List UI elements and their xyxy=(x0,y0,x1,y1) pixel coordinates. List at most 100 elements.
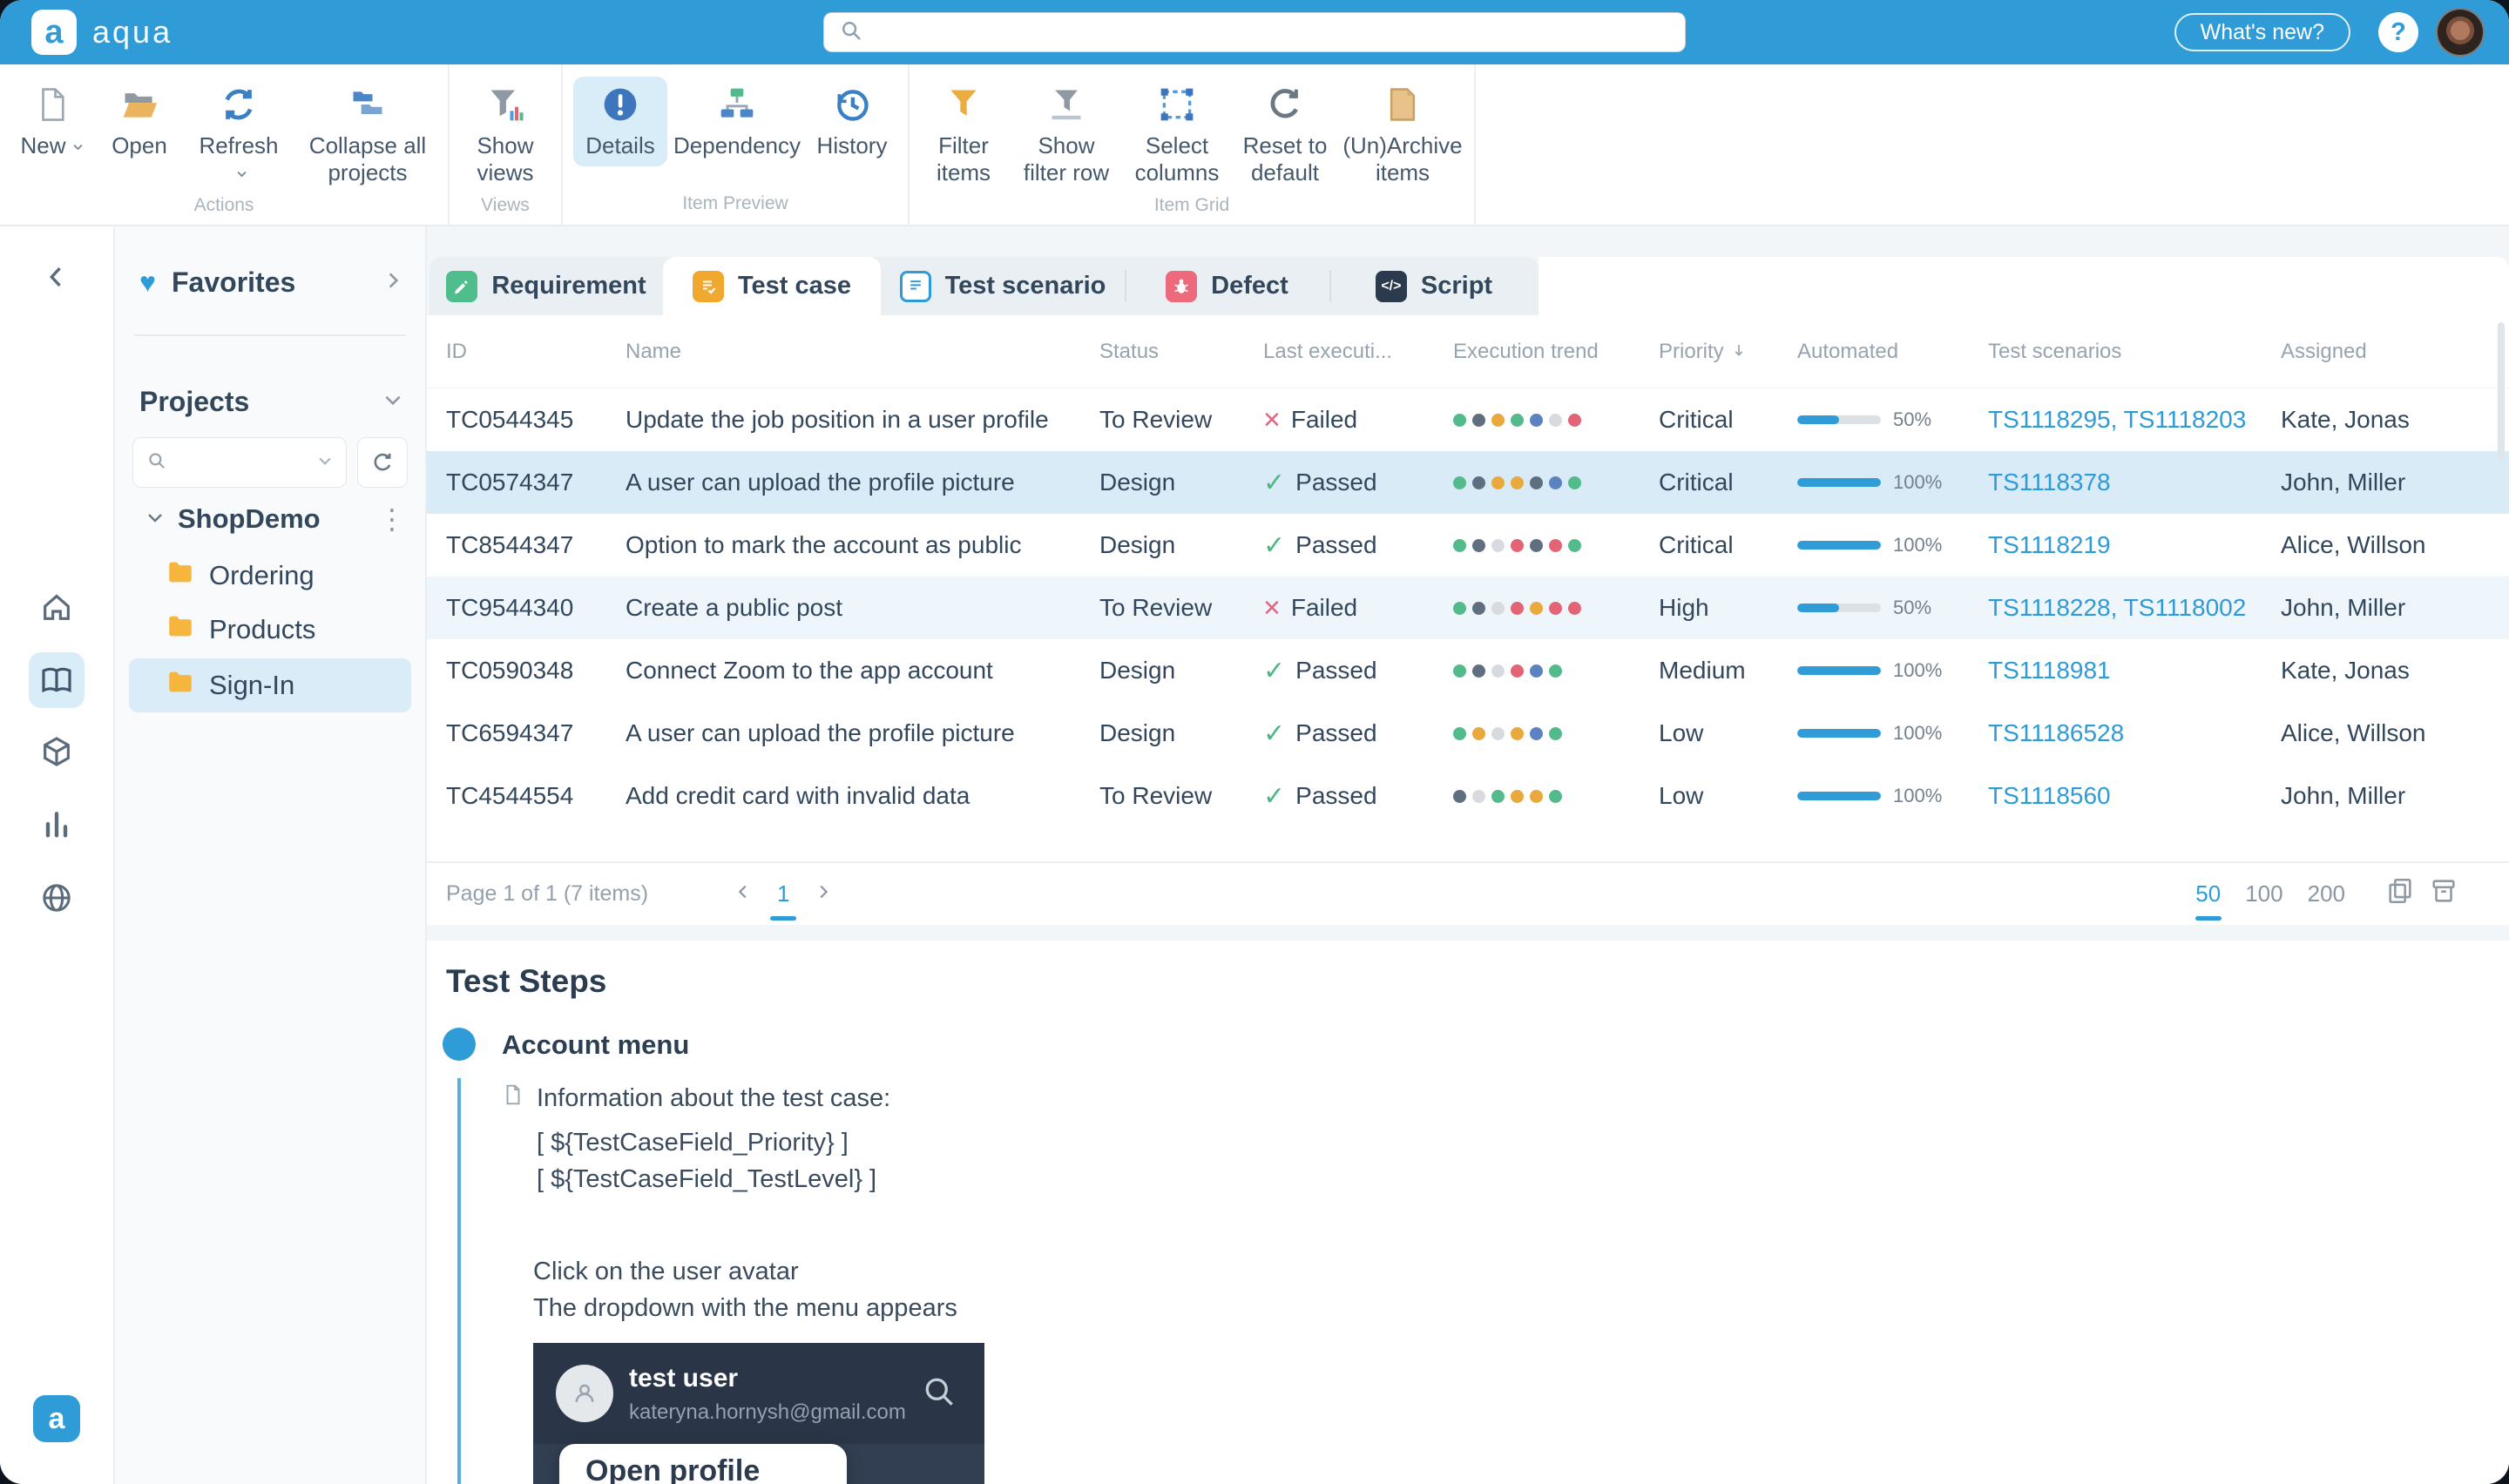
trend-dot-green xyxy=(1511,414,1524,427)
show-views-button[interactable]: Show views xyxy=(460,77,551,193)
project-search-input[interactable] xyxy=(132,437,347,488)
refresh-button[interactable]: Refresh xyxy=(185,77,293,193)
whats-new-button[interactable]: What's new? xyxy=(2174,13,2350,51)
reset-to-default-button[interactable]: Reset to default xyxy=(1234,77,1336,193)
passed-check-icon: ✓ xyxy=(1263,718,1285,749)
table-row[interactable]: TC8544347Option to mark the account as p… xyxy=(427,514,2509,577)
next-page-button[interactable] xyxy=(814,880,833,907)
cell-status: To Review xyxy=(1099,594,1263,622)
automation-percent-label: 100% xyxy=(1893,722,1942,745)
folder-list: Ordering Products Sign-In xyxy=(129,550,411,716)
projects-nav-icon[interactable] xyxy=(29,652,85,708)
table-row[interactable]: TC0574347A user can upload the profile p… xyxy=(427,451,2509,514)
prev-page-button[interactable] xyxy=(734,880,753,907)
trend-dot-red xyxy=(1549,539,1562,552)
table-row[interactable]: TC0590348Connect Zoom to the app account… xyxy=(427,639,2509,702)
open-button[interactable]: Open xyxy=(99,77,179,166)
automation-progress-fill xyxy=(1797,478,1881,487)
folder-label: Products xyxy=(209,614,315,645)
projects-header[interactable]: Projects xyxy=(115,381,425,422)
details-button[interactable]: Details xyxy=(573,77,667,166)
test-scenario-link[interactable]: TS1118378 xyxy=(1988,469,2111,496)
passed-check-icon: ✓ xyxy=(1263,530,1285,561)
table-row[interactable]: TC0544345Update the job position in a us… xyxy=(427,388,2509,451)
script-icon: </> xyxy=(1376,271,1407,302)
trend-dot-red xyxy=(1511,602,1524,615)
column-header-assigned[interactable]: Assigned xyxy=(2281,340,2490,364)
tab-defect[interactable]: Defect xyxy=(1125,257,1329,315)
tab-requirement[interactable]: Requirement xyxy=(429,257,663,315)
collapse-sidebar-button[interactable] xyxy=(29,253,85,301)
page-size-100[interactable]: 100 xyxy=(2245,880,2282,907)
archive-view-icon[interactable] xyxy=(2429,876,2458,912)
table-row[interactable]: TC4544554Add credit card with invalid da… xyxy=(427,765,2509,827)
sidebar-folder-sign-in[interactable]: Sign-In xyxy=(129,658,411,712)
heart-icon: ♥ xyxy=(139,266,156,299)
cell-execution-trend xyxy=(1453,790,1659,803)
unarchive-items-button[interactable]: (Un)Archive items xyxy=(1342,77,1464,193)
page-size-200[interactable]: 200 xyxy=(2308,880,2345,907)
column-header-execution-trend[interactable]: Execution trend xyxy=(1453,340,1659,364)
test-scenario-link[interactable]: TS1118981 xyxy=(1988,657,2111,684)
test-scenario-link[interactable]: TS11186528 xyxy=(1988,719,2124,746)
column-header-name[interactable]: Name xyxy=(626,340,1099,364)
tab-test-case[interactable]: Test case xyxy=(663,257,881,315)
new-button[interactable]: New xyxy=(10,77,94,166)
sidebar-folder-ordering[interactable]: Ordering xyxy=(129,550,411,601)
favorites-header[interactable]: ♥ Favorites xyxy=(115,260,425,305)
integrations-nav-icon[interactable] xyxy=(29,870,85,926)
help-button[interactable]: ? xyxy=(2378,12,2418,52)
home-icon[interactable] xyxy=(29,579,85,635)
test-scenario-link[interactable]: TS1118560 xyxy=(1988,782,2111,809)
scrollbar-thumb[interactable] xyxy=(2498,322,2505,462)
cell-status: Design xyxy=(1099,657,1263,685)
table-row[interactable]: TC6594347A user can upload the profile p… xyxy=(427,702,2509,765)
cell-test-scenarios: TS1118228, TS1118002 xyxy=(1988,594,2281,622)
dependency-button[interactable]: Dependency xyxy=(673,77,801,166)
tabstrip-filler xyxy=(1539,257,2509,315)
trend-dot-slate xyxy=(1472,539,1485,552)
sidebar-folder-products[interactable]: Products xyxy=(129,604,411,655)
last-execution-label: Passed xyxy=(1295,531,1376,559)
reports-nav-icon[interactable] xyxy=(29,796,85,852)
step-expected-line: The dropdown with the menu appears xyxy=(533,1294,957,1323)
releases-nav-icon[interactable] xyxy=(29,724,85,779)
column-header-test-scenarios[interactable]: Test scenarios xyxy=(1988,340,2281,364)
table-row[interactable]: TC9544340Create a public postTo Review×F… xyxy=(427,577,2509,639)
column-header-priority[interactable]: Priority xyxy=(1659,340,1797,364)
copy-grid-icon[interactable] xyxy=(2385,876,2415,912)
column-header-id[interactable]: ID xyxy=(446,340,626,364)
automation-progress-bar xyxy=(1797,541,1881,550)
aqua-logo-icon[interactable]: a xyxy=(31,10,77,55)
project-node-shopdemo[interactable]: ShopDemo ⋮ xyxy=(115,498,425,540)
column-header-automated[interactable]: Automated xyxy=(1797,340,1988,364)
history-button[interactable]: History xyxy=(807,77,897,166)
cell-status: Design xyxy=(1099,531,1263,559)
page-size-50[interactable]: 50 xyxy=(2195,880,2221,907)
template-field-testlevel: [ ${TestCaseField_TestLevel} ] xyxy=(537,1165,876,1194)
chevron-down-icon xyxy=(145,507,166,532)
attached-screenshot[interactable]: test user kateryna.hornysh@gmail.com Ope… xyxy=(533,1343,984,1484)
test-scenario-link[interactable]: TS1118219 xyxy=(1988,531,2111,558)
cell-execution-trend xyxy=(1453,539,1659,552)
page-number[interactable]: 1 xyxy=(777,880,789,907)
test-scenario-link[interactable]: TS1118295, TS1118203 xyxy=(1988,406,2246,433)
tab-test-scenario[interactable]: Test scenario xyxy=(881,257,1125,315)
trend-dot-gray xyxy=(1491,539,1505,552)
refresh-projects-button[interactable] xyxy=(357,437,408,488)
global-search-input[interactable] xyxy=(823,12,1686,52)
filter-items-button[interactable]: Filter items xyxy=(920,77,1007,193)
show-filter-row-button[interactable]: Show filter row xyxy=(1012,77,1120,193)
column-header-status[interactable]: Status xyxy=(1099,340,1263,364)
trend-dot-orange xyxy=(1472,727,1485,740)
column-header-last-execution[interactable]: Last executi... xyxy=(1263,340,1453,364)
collapse-all-projects-button[interactable]: Collapse all projects xyxy=(298,77,437,193)
step-bullet-icon[interactable] xyxy=(443,1028,476,1061)
test-scenario-link[interactable]: TS1118228, TS1118002 xyxy=(1988,594,2246,621)
select-columns-button[interactable]: Select columns xyxy=(1126,77,1228,193)
projects-label: Projects xyxy=(139,386,249,418)
user-avatar[interactable] xyxy=(2436,8,2485,57)
kebab-menu-icon[interactable]: ⋮ xyxy=(378,503,406,536)
folder-icon xyxy=(166,667,195,704)
tab-script[interactable]: </> Script xyxy=(1329,257,1539,315)
